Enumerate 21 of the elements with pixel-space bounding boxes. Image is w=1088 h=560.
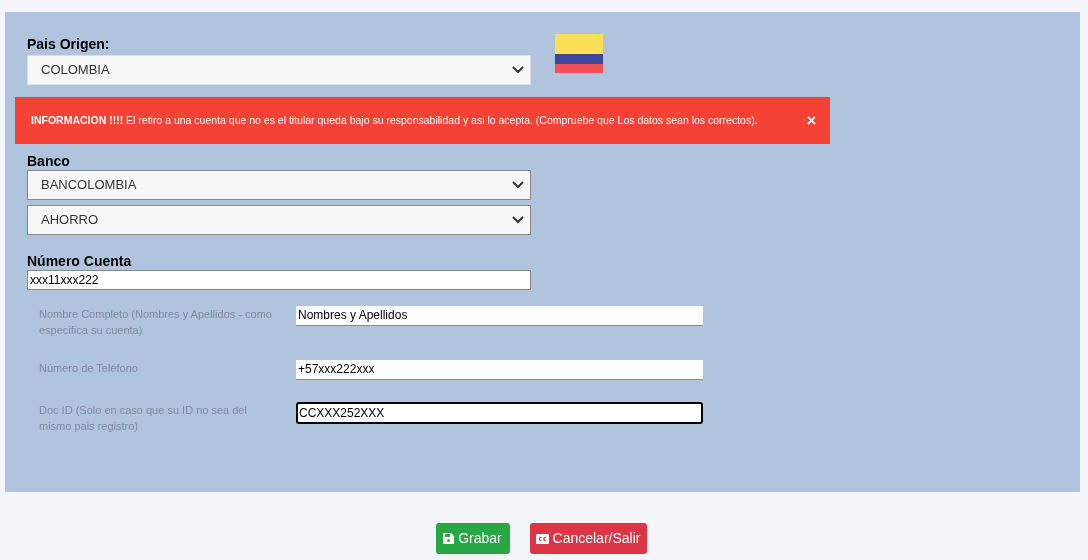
chevron-down-icon (512, 216, 524, 224)
text-input[interactable]: Nombres y Apellidos (296, 306, 703, 326)
alert-message: INFORMACION !!!! El retiro a una cuenta que no es el titular queda bajo su responsabilidad y asi lo acepta. (Compruebe que Los datos sean los correctos). (31, 112, 758, 128)
field-label: Número Cuenta (27, 252, 133, 270)
bank-select[interactable]: BANCOLOMBIA (27, 170, 531, 200)
flag-icon (555, 34, 603, 73)
chevron-down-icon (512, 181, 524, 189)
field-label: Nombre Completo (Nombres y Apellidos - como especifica su cuenta) (39, 307, 273, 338)
field-label: Número de Teléfono (39, 361, 139, 376)
account-type-select[interactable]: AHORRO (27, 205, 531, 235)
field-label: Pais Origen: (27, 35, 111, 54)
text-input[interactable]: +57xxx222xxx (296, 360, 703, 380)
chevron-down-icon (512, 66, 524, 74)
close-button[interactable]: × (806, 108, 816, 133)
field-label: Banco (27, 152, 71, 170)
closed-captions-icon (535, 533, 549, 544)
text-input[interactable]: CCXXX252XXX (296, 402, 703, 424)
field-label: Doc ID (Solo en caso que su ID no sea del mismo pais registro) (39, 403, 248, 434)
cancel-button[interactable]: Cancelar/Salir (529, 523, 647, 554)
account-number-input[interactable]: xxx11xxx222 (27, 270, 531, 290)
country-select[interactable]: COLOMBIA (27, 55, 531, 85)
